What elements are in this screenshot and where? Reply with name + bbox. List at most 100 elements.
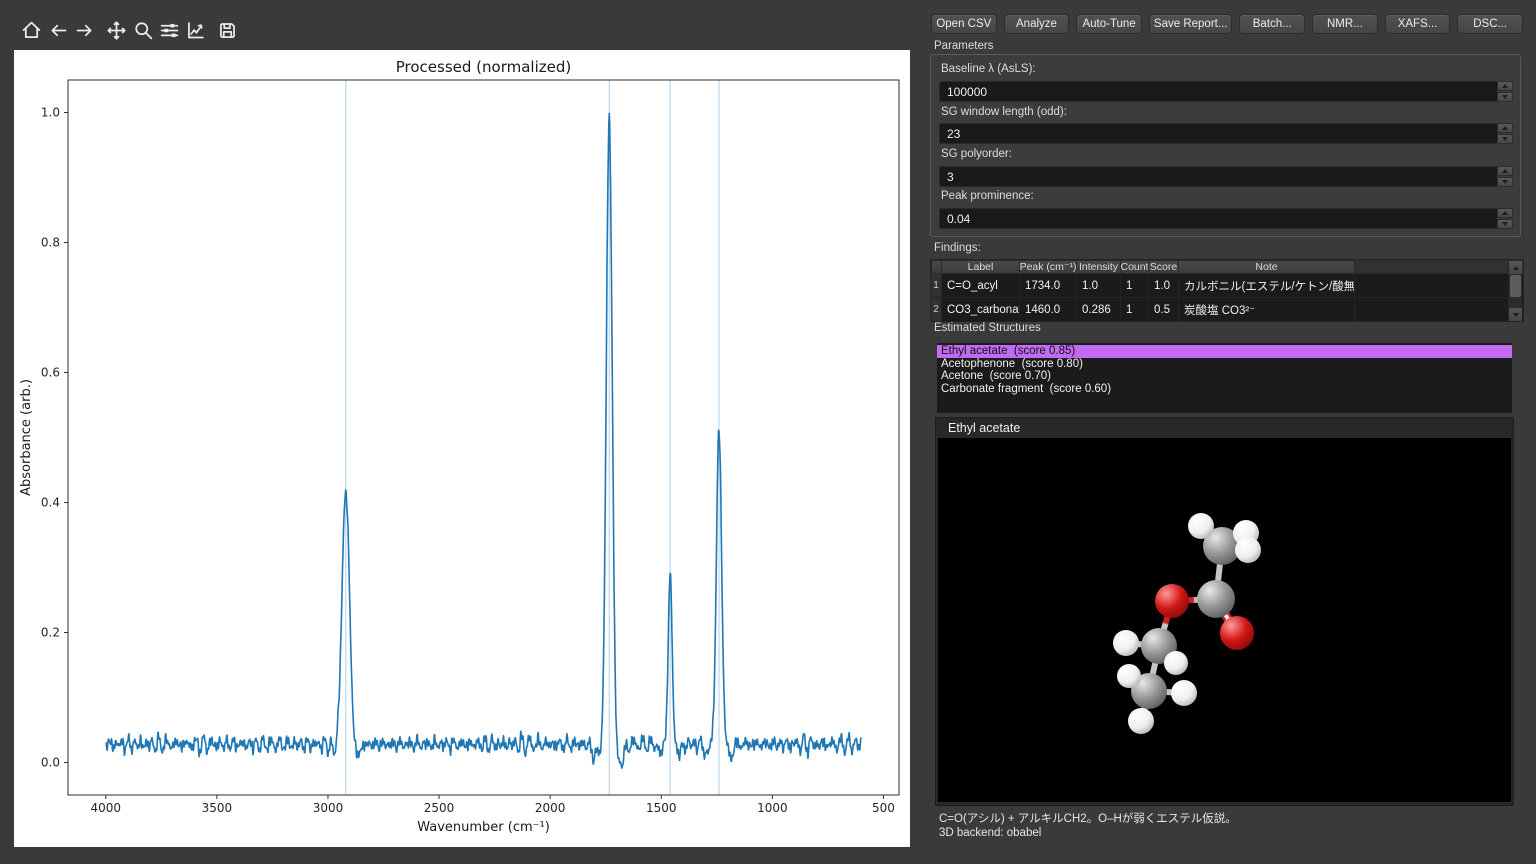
spectrum-line	[105, 112, 862, 769]
plot-toolbar	[14, 13, 274, 47]
peak-prominence-input[interactable]	[939, 208, 1497, 229]
y-tick-label: 0.2	[41, 626, 60, 640]
zoom-icon	[134, 21, 152, 39]
column-header-peak-cm[interactable]: Peak (cm⁻¹)	[1020, 260, 1077, 274]
atom-o	[1155, 584, 1189, 618]
sg-window-input[interactable]	[939, 123, 1497, 144]
up-arrow-icon	[1502, 84, 1508, 88]
row-filler	[1355, 274, 1523, 297]
table-cell: 炭酸塩 CO3²⁻	[1179, 298, 1355, 321]
down-arrow-icon	[1502, 180, 1508, 184]
x-tick-label: 2500	[424, 801, 455, 815]
forward-button[interactable]	[71, 17, 97, 43]
atom-h	[1235, 537, 1261, 563]
home-button[interactable]	[18, 17, 44, 43]
x-axis-label: Wavenumber (cm⁻¹)	[417, 820, 550, 835]
pan-button[interactable]	[103, 17, 129, 43]
sg-polyorder-down-button[interactable]	[1497, 177, 1513, 187]
baseline-lambda-down-button[interactable]	[1497, 92, 1513, 102]
down-arrow-icon	[1502, 95, 1508, 99]
column-header-score[interactable]: Score	[1149, 260, 1179, 274]
x-tick-label: 3000	[313, 801, 344, 815]
atom-h	[1113, 630, 1139, 656]
molecule-3d-viewport[interactable]	[938, 438, 1511, 802]
x-tick-label: 500	[872, 801, 895, 815]
control-panel: Open CSV Analyze Auto-Tune Save Report... Ba…	[928, 0, 1536, 864]
table-cell: C=O_acyl	[942, 274, 1020, 297]
up-arrow-icon	[1502, 126, 1508, 130]
x-tick-label: 4000	[90, 801, 121, 815]
row-number: 1	[931, 274, 942, 297]
spectrum-chart[interactable]: 4000 3500 3000 2500 2000 1500 1000 500 0.0 0.2 0.4…	[14, 50, 910, 847]
header-filler	[1355, 260, 1523, 274]
table-cell: 0.5	[1149, 298, 1179, 321]
sg-polyorder-up-button[interactable]	[1497, 166, 1513, 176]
axes-box	[67, 79, 900, 796]
up-arrow-icon	[1502, 211, 1508, 215]
caption-hypothesis: C=O(アシル) + アルキルCH2。O–Hが弱くエステル仮説。	[939, 813, 1237, 825]
x-tick-label: 1000	[757, 801, 788, 815]
analysis-caption: C=O(アシル) + アルキルCH2。O–Hが弱くエステル仮説。 3D back…	[939, 812, 1237, 840]
structure-item[interactable]: Carbonate fragment (score 0.60)	[937, 383, 1512, 396]
sg-window-down-button[interactable]	[1497, 134, 1513, 144]
param-label-sg-window: SG window length (odd):	[941, 106, 1067, 118]
findings-scrollbar[interactable]	[1508, 261, 1522, 321]
peak-prominence-down-button[interactable]	[1497, 219, 1513, 229]
sg-window-up-button[interactable]	[1497, 123, 1513, 133]
action-button-auto-tune[interactable]: Auto-Tune	[1076, 14, 1142, 34]
peak-prominence-up-button[interactable]	[1497, 208, 1513, 218]
table-cell: 1.0	[1077, 274, 1121, 297]
baseline-lambda-field	[939, 81, 1513, 102]
zoom-button[interactable]	[130, 17, 156, 43]
findings-row[interactable]: 1C=O_acyl1734.01.011.0カルボニル(エステル/ケトン/酸無水…	[931, 274, 1523, 298]
structures-list: Ethyl acetate (score 0.85) Acetophenone (…	[937, 343, 1512, 413]
structure-item[interactable]: Acetophenone (score 0.80)	[937, 358, 1512, 371]
action-button-open-csv[interactable]: Open CSV	[931, 14, 997, 34]
column-header-note[interactable]: Note	[1179, 260, 1355, 274]
forward-icon	[76, 24, 91, 36]
parameters-label: Parameters	[934, 40, 994, 52]
customize-button[interactable]	[182, 17, 208, 43]
peak-prominence-field	[939, 208, 1513, 229]
findings-table: Label Peak (cm⁻¹) Intensity Count Score Note 1…	[930, 259, 1524, 322]
action-button-nmr[interactable]: NMR...	[1312, 14, 1378, 34]
app-window: 4000 3500 3000 2500 2000 1500 1000 500 0.0 0.2 0.4…	[0, 0, 1536, 864]
findings-row[interactable]: 2CO3_carbonate1460.00.28610.5炭酸塩 CO3²⁻	[931, 298, 1523, 322]
back-button[interactable]	[45, 17, 71, 43]
structure-item[interactable]: Ethyl acetate (score 0.85)	[937, 345, 1512, 358]
table-cell: 0.286	[1077, 298, 1121, 321]
save-button[interactable]	[214, 17, 240, 43]
atom-h	[1128, 708, 1154, 734]
action-button-analyze[interactable]: Analyze	[1003, 14, 1070, 34]
molecule-title: Ethyl acetate	[948, 421, 1021, 435]
atom-h	[1171, 680, 1197, 706]
x-tick-label: 3500	[202, 801, 233, 815]
table-cell: 1	[1121, 274, 1149, 297]
action-button-dsc[interactable]: DSC...	[1457, 14, 1523, 34]
action-button-batch[interactable]: Batch...	[1239, 14, 1306, 34]
table-cell: 1.0	[1149, 274, 1179, 297]
x-tick-label: 1500	[646, 801, 677, 815]
atom-h	[1188, 513, 1214, 539]
chart-title: Processed (normalized)	[396, 58, 571, 76]
param-label-sg-polyorder: SG polyorder:	[941, 148, 1012, 160]
up-arrow-icon	[1512, 265, 1519, 270]
scroll-up-button[interactable]	[1509, 261, 1522, 274]
row-number: 2	[931, 298, 942, 321]
findings-table-header: Label Peak (cm⁻¹) Intensity Count Score Note	[931, 260, 1523, 274]
plot-canvas[interactable]: 4000 3500 3000 2500 2000 1500 1000 500 0.0 0.2 0.4…	[14, 50, 910, 847]
scrollbar-thumb[interactable]	[1510, 275, 1521, 297]
column-header-label[interactable]: Label	[942, 260, 1020, 274]
baseline-lambda-up-button[interactable]	[1497, 81, 1513, 91]
action-button-save-report[interactable]: Save Report...	[1148, 14, 1233, 34]
caption-backend: 3D backend: obabel	[939, 827, 1042, 839]
scroll-down-button[interactable]	[1509, 308, 1522, 321]
sg-polyorder-input[interactable]	[939, 166, 1497, 187]
baseline-lambda-input[interactable]	[939, 81, 1497, 102]
column-header-intensity[interactable]: Intensity	[1077, 260, 1121, 274]
subplots-button[interactable]	[156, 17, 182, 43]
column-header-count[interactable]: Count	[1121, 260, 1149, 274]
parameters-groupbox: Baseline λ (AsLS): SG window length (odd…	[930, 54, 1521, 237]
structure-item[interactable]: Acetone (score 0.70)	[937, 370, 1512, 383]
action-button-xafs[interactable]: XAFS...	[1384, 14, 1451, 34]
